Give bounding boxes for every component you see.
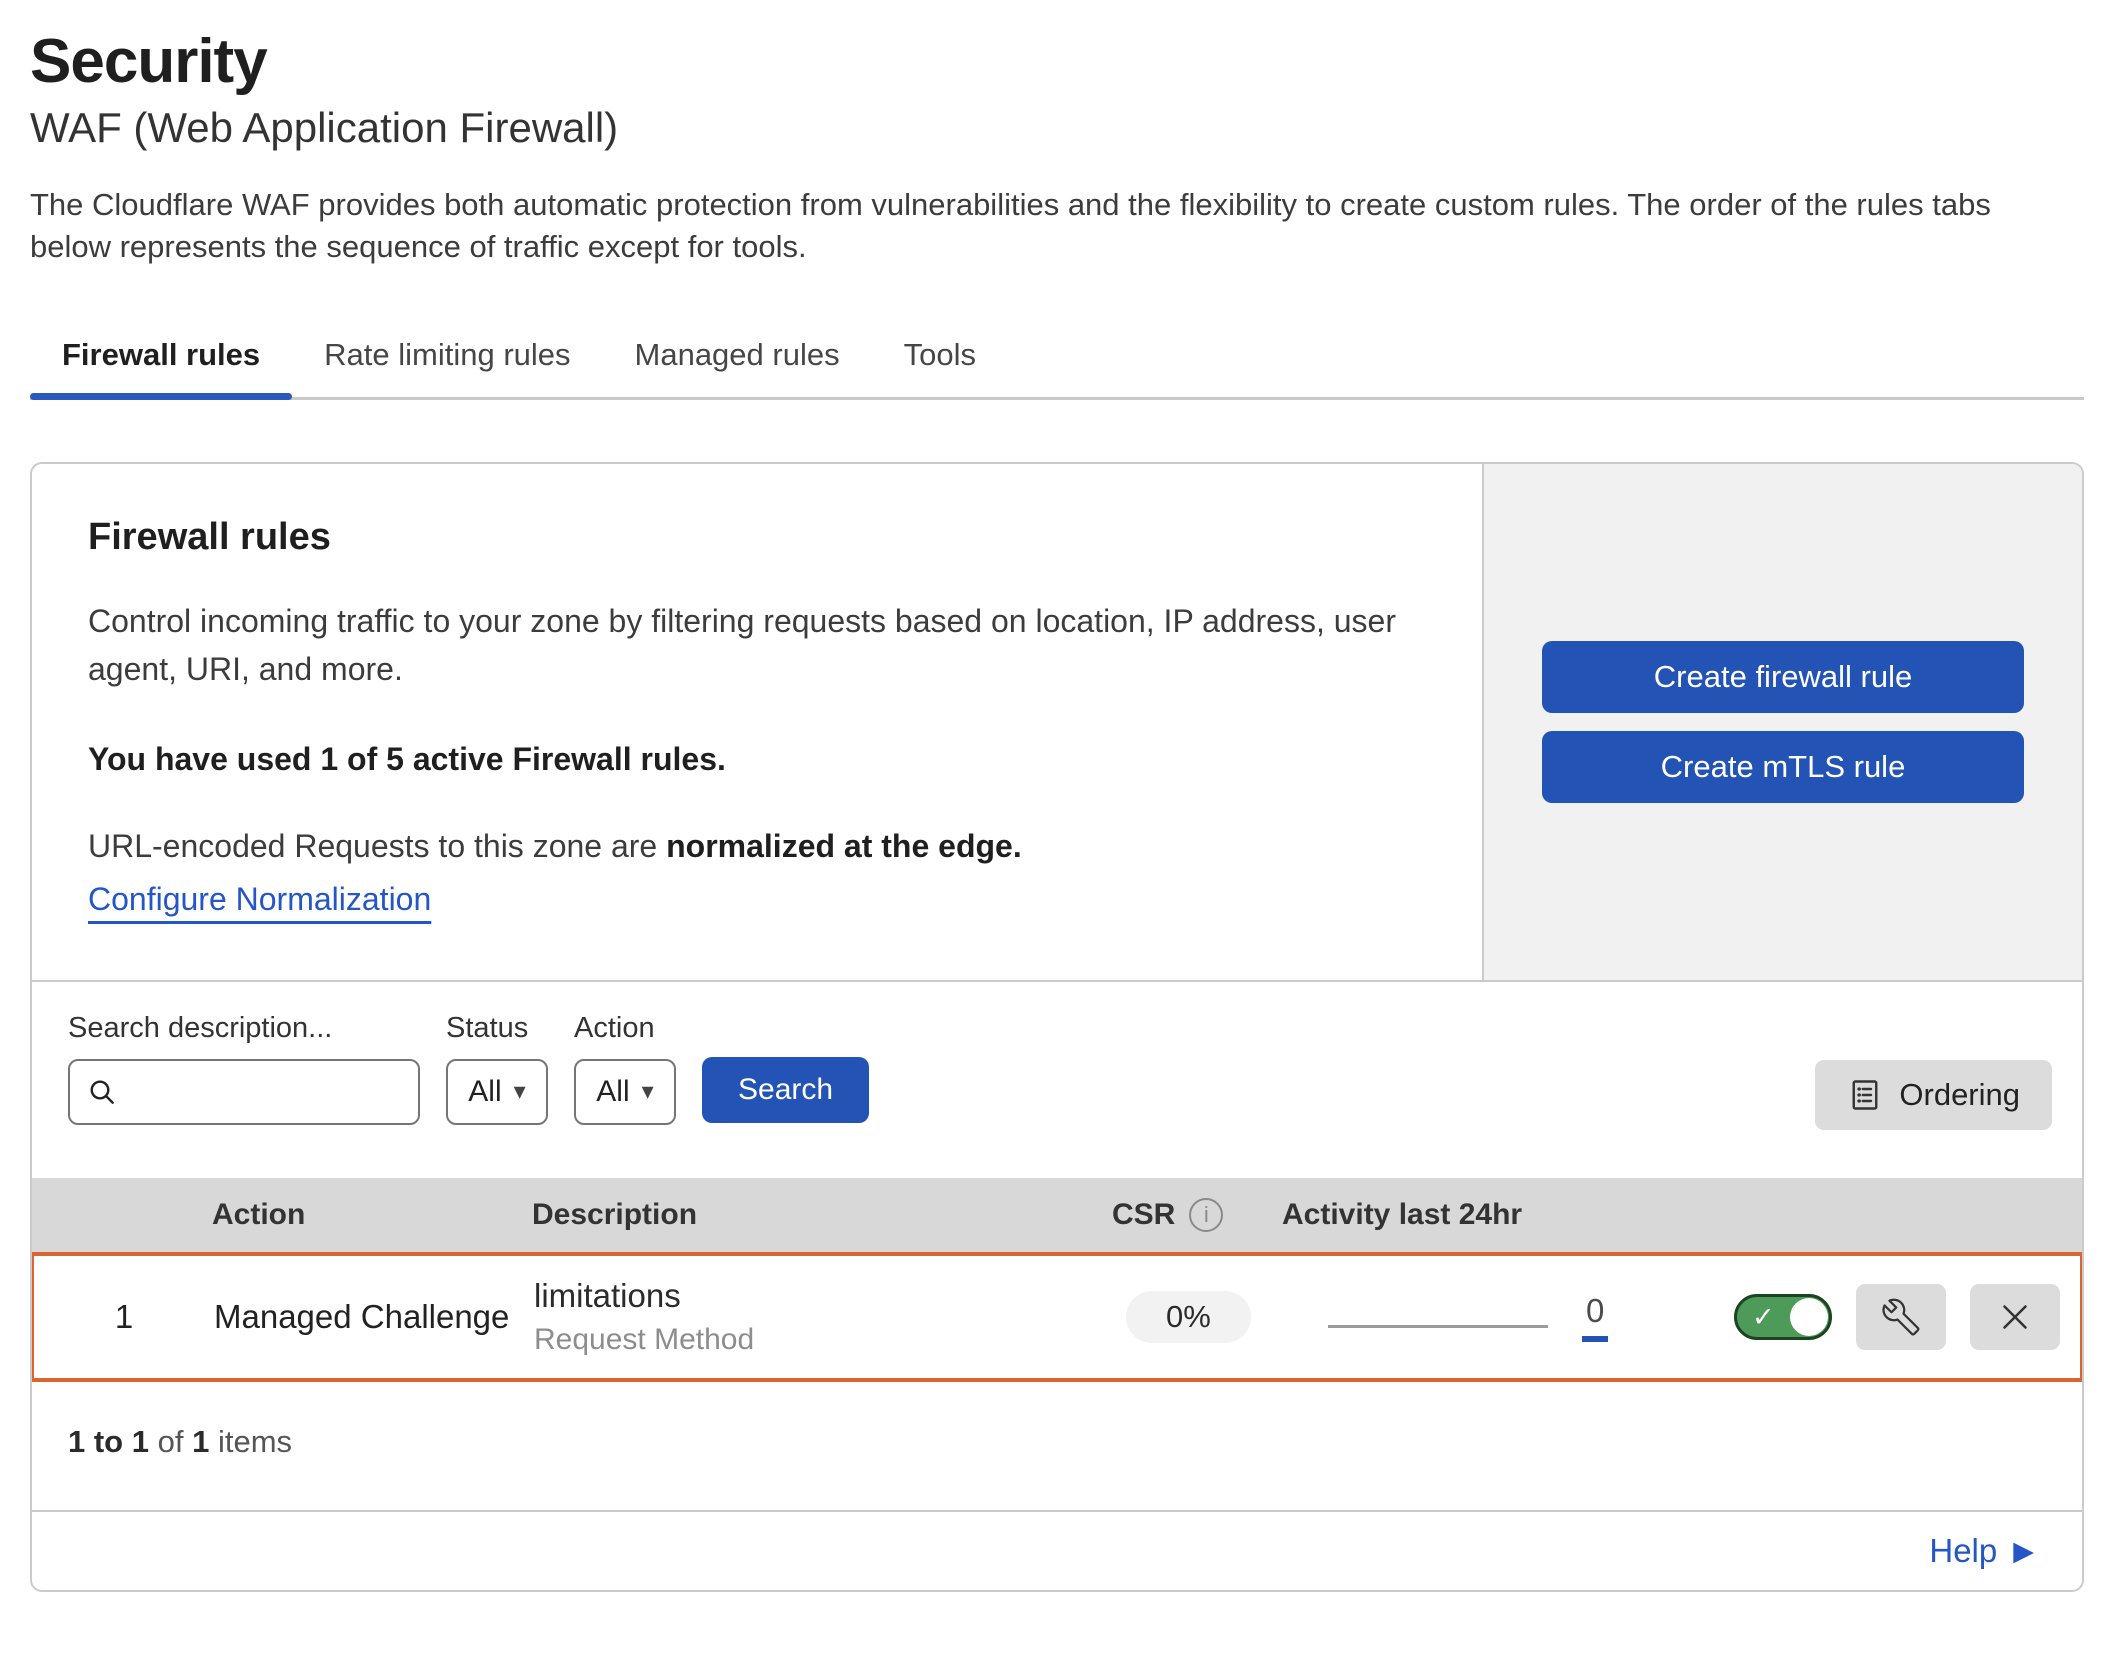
edit-rule-button[interactable] [1856,1284,1946,1350]
firewall-rule-row[interactable]: 1 Managed Challenge limitations Request … [30,1252,2084,1382]
create-mtls-rule-button[interactable]: Create mTLS rule [1542,731,2024,803]
chevron-down-icon: ▾ [514,1080,526,1104]
chevron-down-icon: ▾ [642,1080,654,1104]
search-input-box[interactable] [68,1059,420,1125]
rule-description: limitations [534,1277,1114,1315]
rule-controls: ✓ [1684,1284,2080,1350]
rule-description-cell: limitations Request Method [534,1277,1114,1357]
activity-count-link[interactable]: 0 [1582,1292,1608,1342]
csr-badge: 0% [1126,1291,1251,1343]
ordering-list-icon [1847,1077,1883,1113]
close-icon [1997,1299,2033,1335]
header-action: Action [212,1198,532,1232]
header-activity: Activity last 24hr [1282,1198,1682,1232]
toggle-knob [1790,1298,1828,1336]
rule-csr-cell: 0% [1114,1291,1284,1343]
page-title: Security [30,26,2084,97]
check-icon: ✓ [1752,1304,1775,1331]
search-button[interactable]: Search [702,1057,869,1123]
normalization-text: URL-encoded Requests to this zone are no… [88,828,1426,865]
header-csr: CSR i [1112,1198,1282,1232]
normalization-prefix: URL-encoded Requests to this zone are [88,828,666,864]
tab-firewall-rules[interactable]: Firewall rules [30,325,292,397]
search-label: Search description... [68,1012,420,1045]
security-waf-page: Security WAF (Web Application Firewall) … [0,26,2114,1592]
create-firewall-rule-button[interactable]: Create firewall rule [1542,641,2024,713]
page-subtitle: WAF (Web Application Firewall) [30,103,2084,153]
of-text: of [158,1424,184,1459]
range-text: 1 to 1 [68,1424,149,1459]
help-bar: Help ▶ [32,1510,2082,1590]
card-description: Control incoming traffic to your zone by… [88,597,1398,693]
rule-enabled-toggle[interactable]: ✓ [1734,1294,1832,1340]
waf-tabs: Firewall rules Rate limiting rules Manag… [30,325,2084,400]
actions-panel: Create firewall rule Create mTLS rule [1482,464,2082,980]
delete-rule-button[interactable] [1970,1284,2060,1350]
action-select[interactable]: All ▾ [574,1059,676,1125]
wrench-icon [1882,1298,1920,1336]
normalization-bold: normalized at the edge. [666,828,1022,864]
rule-activity-cell: 0 [1284,1292,1684,1342]
action-select-value: All [596,1075,629,1109]
status-label: Status [446,1012,548,1045]
items-text: items [218,1424,292,1459]
arrow-right-icon: ▶ [2013,1538,2034,1565]
status-select-value: All [468,1075,501,1109]
usage-text: You have used 1 of 5 active Firewall rul… [88,741,1426,778]
card-heading: Firewall rules [88,516,1426,559]
action-label: Action [574,1012,676,1045]
search-input[interactable] [128,1074,402,1110]
tab-tools[interactable]: Tools [872,325,1008,397]
pagination-summary: 1 to 1 of 1 items [32,1382,2082,1510]
action-group: Action All ▾ [574,1012,676,1125]
header-description: Description [532,1198,1112,1232]
page-description: The Cloudflare WAF provides both automat… [30,184,2080,268]
rule-expression: Request Method [534,1323,1114,1357]
header-csr-label: CSR [1112,1198,1175,1232]
card-info: Firewall rules Control incoming traffic … [32,464,1482,980]
status-group: Status All ▾ [446,1012,548,1125]
activity-sparkline [1328,1325,1548,1328]
info-icon[interactable]: i [1189,1198,1223,1232]
firewall-rules-card: Firewall rules Control incoming traffic … [32,464,2082,982]
status-select[interactable]: All ▾ [446,1059,548,1125]
rule-action: Managed Challenge [214,1298,534,1336]
help-link[interactable]: Help ▶ [1929,1532,2034,1570]
rule-index: 1 [34,1298,214,1336]
filter-bar: Search description... Status All ▾ [32,982,2082,1178]
help-label: Help [1929,1532,1997,1570]
search-group: Search description... [68,1012,420,1125]
total-text: 1 [192,1424,209,1459]
table-header: Action Description CSR i Activity last 2… [32,1178,2082,1252]
ordering-button[interactable]: Ordering [1815,1060,2052,1130]
tab-rate-limiting-rules[interactable]: Rate limiting rules [292,325,602,397]
search-icon [86,1076,118,1108]
configure-normalization-link[interactable]: Configure Normalization [88,881,431,918]
ordering-button-label: Ordering [1899,1077,2020,1113]
tab-managed-rules[interactable]: Managed rules [603,325,872,397]
firewall-rules-panel: Firewall rules Control incoming traffic … [30,462,2084,1592]
